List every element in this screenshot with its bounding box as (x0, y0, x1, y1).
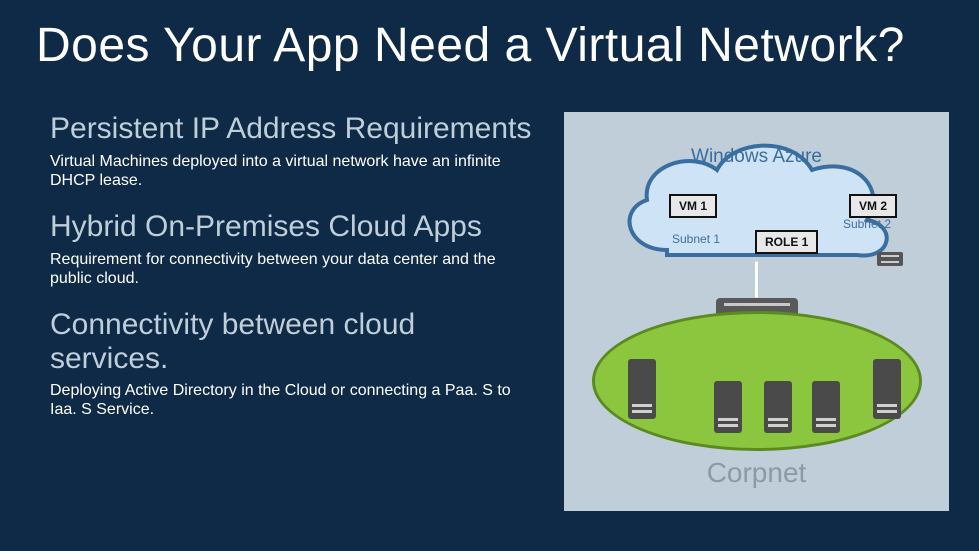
section-heading-3: Connectivity between cloud services. (50, 308, 540, 375)
server-icon (873, 359, 901, 419)
network-diagram: Windows Azure VM 1 VM 2 ROLE 1 Subnet 1 … (564, 112, 949, 511)
section-body-1: Virtual Machines deployed into a virtual… (50, 152, 540, 190)
server-icon (628, 359, 656, 419)
slide-title: Does Your App Need a Virtual Network? (0, 0, 979, 73)
role1-box: ROLE 1 (755, 230, 818, 254)
subnet2-label: Subnet 2 (843, 217, 891, 231)
server-icon (714, 381, 742, 433)
text-column: Persistent IP Address Requirements Virtu… (50, 112, 540, 511)
content-row: Persistent IP Address Requirements Virtu… (50, 112, 949, 511)
section-heading-1: Persistent IP Address Requirements (50, 112, 540, 146)
corpnet-label: Corpnet (707, 457, 807, 489)
subnet1-label: Subnet 1 (672, 232, 720, 246)
vm1-box: VM 1 (669, 194, 717, 218)
section-body-3: Deploying Active Directory in the Cloud … (50, 381, 540, 419)
cloud-label: Windows Azure (691, 146, 822, 168)
cloud-server-icon (877, 252, 903, 266)
vm2-box: VM 2 (849, 194, 897, 218)
server-icon (764, 381, 792, 433)
server-icon (812, 381, 840, 433)
section-heading-2: Hybrid On-Premises Cloud Apps (50, 210, 540, 244)
section-body-2: Requirement for connectivity between you… (50, 250, 540, 288)
